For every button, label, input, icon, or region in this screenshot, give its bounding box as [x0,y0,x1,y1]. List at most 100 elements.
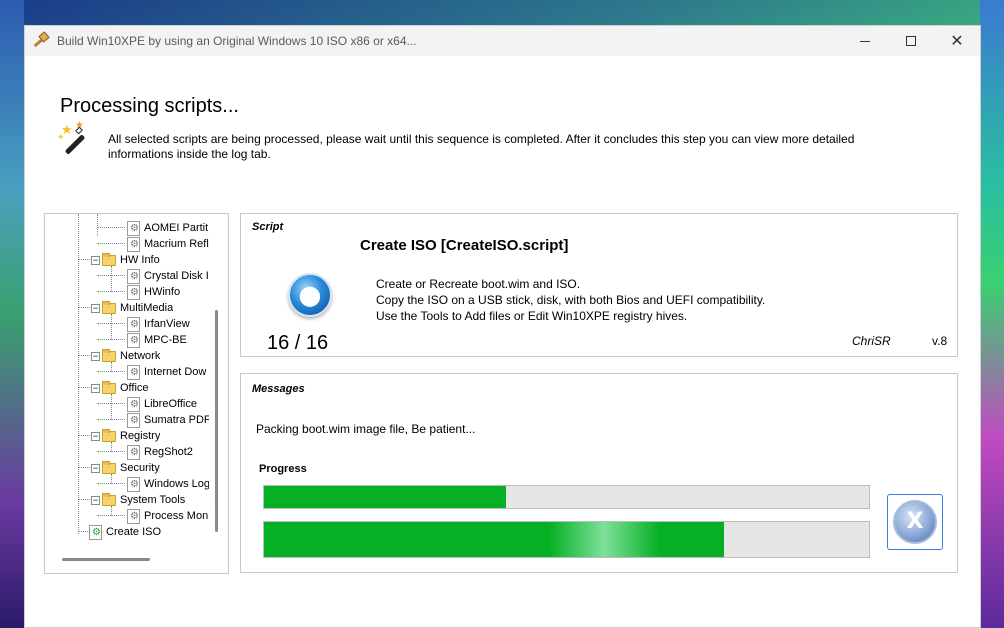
tree-folder-item[interactable]: − Office [91,380,149,396]
status-message: Packing boot.wim image file, Be patient.… [256,422,476,436]
script-desc-line: Use the Tools to Add files or Edit Win10… [376,309,688,323]
script-icon [127,444,140,460]
folder-icon [102,252,116,266]
tree-item-label: IrfanView [144,318,190,330]
tree-script-item[interactable]: MPC-BE [127,332,187,348]
messages-caption: Messages [252,383,305,395]
tree-script-item[interactable]: IrfanView [127,316,190,332]
progress-label: Progress [259,463,307,475]
tree-script-item[interactable]: LibreOffice [127,396,197,412]
tree-folder-item[interactable]: − HW Info [91,252,160,268]
maximize-icon [906,36,916,46]
page-description: All selected scripts are being processed… [108,132,855,161]
collapse-icon[interactable]: − [91,255,100,265]
script-info-panel: Script Create ISO [CreateISO.script] ⬤ C… [240,213,958,357]
tree-horizontal-scrollbar[interactable] [62,558,150,561]
tree-item-label: Security [120,462,160,474]
cancel-glyph: X [906,509,924,534]
script-desc-line: Copy the ISO on a USB stick, disk, with … [376,293,766,307]
tree-item-label: Crystal Disk I [144,270,209,282]
cancel-button[interactable]: X [887,494,943,550]
tree-item-label: HWinfo [144,286,181,298]
tree-script-item[interactable]: Process Moni [127,508,209,524]
collapse-icon[interactable]: − [91,431,100,441]
messages-panel: Messages Packing boot.wim image file, Be… [240,373,958,573]
desktop-wallpaper-right [980,0,1004,628]
tree-folder-item[interactable]: − Registry [91,428,160,444]
tree-item-label: Registry [120,430,161,442]
tree-script-item[interactable]: Create ISO [89,524,161,540]
tree-script-item[interactable]: Macrium Refl [127,236,209,252]
folder-icon [102,300,116,314]
script-icon [127,396,140,412]
create-iso-icon: ⬤ [288,273,332,317]
main-window: Build Win10XPE by using an Original Wind… [24,25,981,628]
desktop-wallpaper-left [0,0,24,628]
window-title: Build Win10XPE by using an Original Wind… [57,34,417,48]
total-progress-bar [263,521,870,558]
cancel-icon: X [893,500,937,544]
collapse-icon[interactable]: − [91,303,100,313]
collapse-icon[interactable]: − [91,383,100,393]
tree-item-label: MPC-BE [144,334,187,346]
tree-script-item[interactable]: AOMEI Partit [127,220,208,236]
tree-script-item[interactable]: Windows Log [127,476,209,492]
tree-item-label: RegShot2 [144,446,193,458]
tree-item-label: Create ISO [106,526,162,538]
tree-folder-item[interactable]: − Network [91,348,160,364]
collapse-icon[interactable]: − [91,351,100,361]
script-icon [127,316,140,332]
tree-folder-item[interactable]: − Security [91,460,160,476]
script-description: Create or Recreate boot.wim and ISO. Cop… [376,276,765,324]
tree-vertical-scrollbar[interactable] [215,310,218,532]
tree-script-item[interactable]: Crystal Disk I [127,268,209,284]
script-counter: 16 / 16 [267,332,329,354]
tree-item-label: Windows Log [144,478,209,490]
tree-script-item[interactable]: RegShot2 [127,444,193,460]
tree-item-label: AOMEI Partit [144,222,209,234]
script-title: Create ISO [CreateISO.script] [360,237,569,254]
tree-script-item[interactable]: Internet Dow [127,364,206,380]
folder-icon [102,492,116,506]
tree-folder-item[interactable]: − MultiMedia [91,300,173,316]
script-author: ChriSR [852,334,891,348]
tree-item-label: HW Info [120,254,160,266]
script-icon [127,236,140,252]
script-icon [127,284,140,300]
folder-icon [102,348,116,362]
tree-item-label: Macrium Refl [144,238,209,250]
close-button[interactable]: ✕ [934,26,980,56]
magic-wand-icon: ★ ★ ✦ [57,121,91,158]
script-version: v.8 [932,334,948,348]
tree-item-label: Process Moni [144,510,209,522]
tree-folder-item[interactable]: − System Tools [91,492,185,508]
close-icon: ✕ [950,31,964,50]
tree-item-label: Office [120,382,149,394]
script-progress-bar [263,485,870,509]
tree-item-label: System Tools [120,494,186,506]
script-icon [127,364,140,380]
script-icon [127,508,140,524]
tree-item-label: MultiMedia [120,302,174,314]
tree-script-item[interactable]: Sumatra PDF [127,412,209,428]
collapse-icon[interactable]: − [91,463,100,473]
script-icon [127,220,140,236]
tree-item-label: Sumatra PDF [144,414,209,426]
collapse-icon[interactable]: − [91,495,100,505]
hammer-icon [31,31,50,50]
minimize-icon [860,40,870,42]
script-progress-fill [264,486,506,508]
page-title: Processing scripts... [60,95,239,117]
script-desc-line: Create or Recreate boot.wim and ISO. [376,277,581,291]
tree-script-item[interactable]: HWinfo [127,284,180,300]
script-icon [127,476,140,492]
total-progress-fill [264,522,724,557]
tree-item-label: Internet Dow [144,366,207,378]
script-icon [89,524,102,540]
title-bar[interactable]: Build Win10XPE by using an Original Wind… [25,26,980,56]
maximize-button[interactable] [888,26,934,56]
script-icon [127,332,140,348]
minimize-button[interactable] [842,26,888,56]
script-icon [127,412,140,428]
script-icon [127,268,140,284]
